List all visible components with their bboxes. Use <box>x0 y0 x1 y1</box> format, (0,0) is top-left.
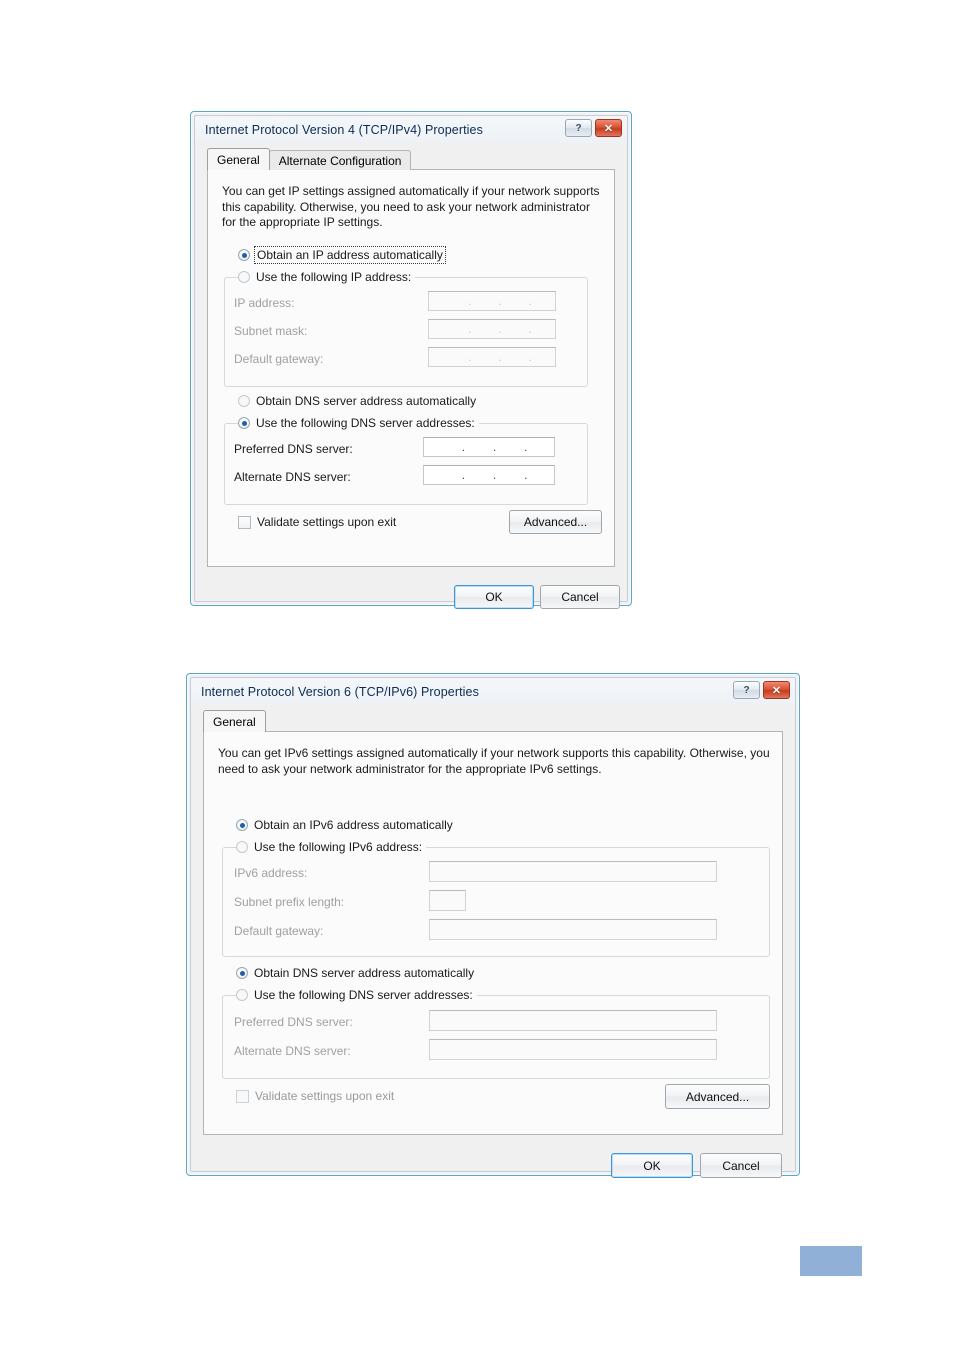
ipv4-window-title: Internet Protocol Version 4 (TCP/IPv4) P… <box>205 122 483 137</box>
radio-use-following-ip-label: Use the following IP address: <box>256 270 412 284</box>
ip-address-label: IP address: <box>234 296 295 310</box>
cancel-button[interactable]: Cancel <box>700 1153 782 1178</box>
alternate-dns-input[interactable] <box>429 1039 717 1060</box>
radio-use-following-dns-label: Use the following DNS server addresses: <box>254 988 473 1002</box>
radio-use-following-dns[interactable]: Use the following DNS server addresses: <box>238 416 479 430</box>
validate-settings-label: Validate settings upon exit <box>257 515 397 529</box>
ipv6-default-gateway-label: Default gateway: <box>234 924 324 938</box>
ipv4-properties-window: Internet Protocol Version 4 (TCP/IPv4) P… <box>190 111 632 609</box>
ipv6-tabstrip: General <box>203 710 266 732</box>
alternate-dns-label: Alternate DNS server: <box>234 470 351 484</box>
radio-obtain-ipv6-automatically-label: Obtain an IPv6 address automatically <box>254 818 453 832</box>
ip-address-input[interactable]: ... <box>428 291 556 311</box>
advanced-button[interactable]: Advanced... <box>665 1084 770 1109</box>
ipv4-title-buttons: ? ✕ <box>565 119 622 137</box>
ipv4-intro-text: You can get IP settings assigned automat… <box>222 184 600 229</box>
ok-button[interactable]: OK <box>611 1153 693 1178</box>
tab-general-label: General <box>217 152 260 167</box>
checkbox-icon <box>238 515 251 529</box>
radio-obtain-dns-automatically-label: Obtain DNS server address automatically <box>254 966 475 980</box>
help-icon[interactable]: ? <box>733 681 760 699</box>
tab-general[interactable]: General <box>207 148 270 170</box>
radio-button-icon <box>236 841 248 853</box>
ipv6-address-input[interactable] <box>429 861 717 882</box>
ipv4-tab-panel: You can get IP settings assigned automat… <box>207 169 615 567</box>
ipv6-address-label: IPv6 address: <box>234 866 308 880</box>
preferred-dns-input[interactable] <box>429 1010 717 1031</box>
subnet-mask-label: Subnet mask: <box>234 324 308 338</box>
radio-obtain-dns-automatically-label: Obtain DNS server address automatically <box>256 394 477 408</box>
preferred-dns-label: Preferred DNS server: <box>234 442 353 456</box>
ipv6-dns-group <box>222 995 770 1079</box>
ipv4-title-bar: Internet Protocol Version 4 (TCP/IPv4) P… <box>195 116 627 143</box>
radio-obtain-dns-automatically[interactable]: Obtain DNS server address automatically <box>236 966 474 980</box>
radio-obtain-ip-automatically[interactable]: Obtain an IP address automatically <box>238 246 446 264</box>
checkbox-icon <box>236 1089 249 1103</box>
page-number-marker <box>800 1246 862 1276</box>
ipv6-intro-text: You can get IPv6 settings assigned autom… <box>218 746 770 776</box>
radio-button-icon <box>238 249 250 261</box>
radio-button-icon <box>236 967 248 979</box>
ipv6-dialog-body: General You can get IPv6 settings assign… <box>191 705 795 1178</box>
alternate-dns-input[interactable]: ... <box>423 465 555 485</box>
preferred-dns-label: Preferred DNS server: <box>234 1015 353 1029</box>
tab-alternate-configuration-label: Alternate Configuration <box>278 153 402 168</box>
radio-button-icon <box>238 271 250 283</box>
tab-general[interactable]: General <box>203 710 266 732</box>
ipv4-dialog-body: General Alternate Configuration You can … <box>195 143 627 609</box>
radio-use-following-dns[interactable]: Use the following DNS server addresses: <box>236 988 477 1002</box>
radio-button-icon <box>236 819 248 831</box>
ok-button[interactable]: OK <box>454 585 534 609</box>
ipv6-title-buttons: ? ✕ <box>733 681 790 699</box>
close-icon[interactable]: ✕ <box>763 681 790 699</box>
radio-button-icon <box>236 989 248 1001</box>
radio-obtain-dns-automatically[interactable]: Obtain DNS server address automatically <box>238 394 476 408</box>
ipv4-window-inner: Internet Protocol Version 4 (TCP/IPv4) P… <box>194 115 628 609</box>
subnet-mask-input[interactable]: ... <box>428 319 556 339</box>
ipv6-tab-panel: You can get IPv6 settings assigned autom… <box>203 731 783 1135</box>
close-icon[interactable]: ✕ <box>595 119 622 137</box>
alternate-dns-label: Alternate DNS server: <box>234 1044 351 1058</box>
validate-settings-checkbox[interactable]: Validate settings upon exit <box>238 515 396 529</box>
subnet-prefix-length-label: Subnet prefix length: <box>234 895 345 909</box>
default-gateway-input[interactable]: ... <box>428 347 556 367</box>
radio-use-following-ipv6-label: Use the following IPv6 address: <box>254 840 423 854</box>
tab-alternate-configuration[interactable]: Alternate Configuration <box>268 150 412 170</box>
radio-use-following-dns-label: Use the following DNS server addresses: <box>256 416 475 430</box>
validate-settings-label: Validate settings upon exit <box>255 1089 395 1103</box>
ipv6-window-title: Internet Protocol Version 6 (TCP/IPv6) P… <box>201 684 479 699</box>
ipv4-dns-group <box>224 423 588 505</box>
radio-button-icon <box>238 395 250 407</box>
ipv6-title-bar: Internet Protocol Version 6 (TCP/IPv6) P… <box>191 678 795 705</box>
radio-obtain-ipv6-automatically[interactable]: Obtain an IPv6 address automatically <box>236 818 453 832</box>
ipv6-window-inner: Internet Protocol Version 6 (TCP/IPv6) P… <box>190 677 796 1178</box>
advanced-button[interactable]: Advanced... <box>509 510 602 534</box>
radio-use-following-ip[interactable]: Use the following IP address: <box>238 270 416 284</box>
cancel-button[interactable]: Cancel <box>540 585 620 609</box>
ipv6-properties-window: Internet Protocol Version 6 (TCP/IPv6) P… <box>186 673 800 1178</box>
ipv6-default-gateway-input[interactable] <box>429 919 717 940</box>
radio-button-icon <box>238 417 250 429</box>
preferred-dns-input[interactable]: ... <box>423 437 555 457</box>
ipv4-tabstrip: General Alternate Configuration <box>207 148 412 170</box>
help-icon[interactable]: ? <box>565 119 592 137</box>
default-gateway-label: Default gateway: <box>234 352 324 366</box>
validate-settings-checkbox[interactable]: Validate settings upon exit <box>236 1089 394 1103</box>
radio-obtain-ip-automatically-label: Obtain an IP address automatically <box>254 246 446 264</box>
subnet-prefix-length-input[interactable] <box>429 890 466 911</box>
tab-general-label: General <box>213 714 256 729</box>
radio-use-following-ipv6[interactable]: Use the following IPv6 address: <box>236 840 427 854</box>
